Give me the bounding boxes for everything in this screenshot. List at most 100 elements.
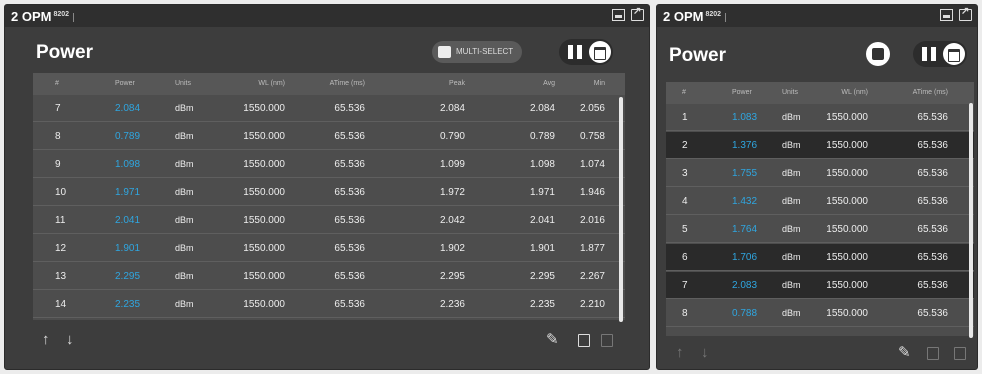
table-cell: 65.536 xyxy=(334,215,365,226)
table-row[interactable]: 7 2.083 dBm 1550.000 65.536 xyxy=(666,272,974,299)
column-header: Units xyxy=(175,80,191,87)
table-row[interactable]: 6 1.706 dBm 1550.000 65.536 xyxy=(666,244,974,271)
table-row[interactable]: 2 1.376 dBm 1550.000 65.536 xyxy=(666,132,974,159)
column-header: Power xyxy=(732,89,752,96)
table-row[interactable]: 4 1.432 dBm 1550.000 65.536 xyxy=(666,188,974,215)
table-cell: 1550.000 xyxy=(243,131,285,142)
table-row[interactable]: 152.654dBm1550.00065.5362.6552.6542.624 xyxy=(33,319,625,320)
window-title: 2 OPM xyxy=(11,9,52,24)
external-link-icon[interactable] xyxy=(631,6,644,21)
arrow-up-icon[interactable]: ↑ xyxy=(676,345,684,360)
delete-icon[interactable] xyxy=(601,334,613,347)
column-header: WL (nm) xyxy=(258,80,285,87)
external-link-icon[interactable] xyxy=(959,6,972,21)
table-cell: dBm xyxy=(175,103,194,113)
table-cell: 4 xyxy=(682,196,688,207)
table-cell: 1550.000 xyxy=(225,319,285,320)
edit-icon[interactable]: ✎ xyxy=(898,345,911,360)
multi-select-button[interactable]: MULTI-SELECT xyxy=(432,41,523,63)
window-title-sub: 8202 xyxy=(53,10,70,18)
table-cell: 1550.000 xyxy=(826,252,868,263)
table-cell: 65.536 xyxy=(334,299,365,310)
column-view-icon[interactable] xyxy=(568,45,582,59)
window-title-sub: 8202 xyxy=(705,10,722,18)
scrollbar[interactable] xyxy=(969,103,973,338)
table-cell: 9 xyxy=(682,328,712,336)
window-title: 2 OPM xyxy=(663,9,704,24)
column-header: Min xyxy=(593,80,605,87)
table-cell: 2.236 xyxy=(439,299,465,310)
multi-select-label: MULTI-SELECT xyxy=(456,47,514,56)
table-row[interactable]: 1 1.083 dBm 1550.000 65.536 xyxy=(666,104,974,131)
table-cell: 65.536 xyxy=(917,140,948,151)
table-row[interactable]: 91.099dBm1550.00065.536 xyxy=(666,328,974,336)
table-view-icon[interactable] xyxy=(589,41,611,63)
table-header: # Power Units WL (nm) ATime (ms) Peak Avg Min xyxy=(33,73,625,95)
column-header: Peak xyxy=(449,80,465,87)
table-cell: 2.084 xyxy=(439,103,465,114)
edit-icon[interactable]: ✎ xyxy=(546,332,559,347)
arrow-down-icon[interactable]: ↓ xyxy=(701,345,709,360)
table-cell: 65.536 xyxy=(334,271,365,282)
table-cell: 65.536 xyxy=(888,328,948,336)
table-row[interactable]: 14 2.235 dBm 1550.000 65.536 2.236 2.235 2.210 xyxy=(33,291,625,318)
column-view-icon[interactable] xyxy=(922,47,936,61)
window-icon[interactable] xyxy=(612,9,625,21)
table-cell: 1550.000 xyxy=(243,243,285,254)
table-cell: 15 xyxy=(55,319,85,320)
table-cell: 65.536 xyxy=(334,187,365,198)
arrow-down-icon[interactable]: ↓ xyxy=(66,332,74,347)
delete-icon[interactable] xyxy=(954,347,966,360)
table-cell: 65.536 xyxy=(334,131,365,142)
table-cell: 1550.000 xyxy=(243,187,285,198)
copy-icon[interactable] xyxy=(927,347,939,360)
table-cell: 7 xyxy=(55,103,61,114)
table-cell: 65.536 xyxy=(917,168,948,179)
table-row[interactable]: 10 1.971 dBm 1550.000 65.536 1.972 1.971 1.946 xyxy=(33,179,625,206)
multi-select-icon[interactable] xyxy=(866,42,890,66)
table-row[interactable]: 9 1.098 dBm 1550.000 65.536 1.099 1.098 1.074 xyxy=(33,151,625,178)
window-icon[interactable] xyxy=(940,9,953,21)
column-header: WL (nm) xyxy=(841,89,868,96)
table-row[interactable]: 13 2.295 dBm 1550.000 65.536 2.295 2.295 2.267 xyxy=(33,263,625,290)
power-value: 1.099 xyxy=(732,328,772,336)
title-bar: 2 OPM 8202 xyxy=(5,5,649,27)
table-cell: 65.536 xyxy=(334,159,365,170)
table-view-icon[interactable] xyxy=(943,43,965,65)
column-header: # xyxy=(682,89,686,96)
table-row[interactable]: 8 0.789 dBm 1550.000 65.536 0.790 0.789 0.758 xyxy=(33,123,625,150)
power-value: 1.083 xyxy=(732,112,758,123)
table-cell: 1 xyxy=(682,112,688,123)
table-cell: 7 xyxy=(682,280,688,291)
table-cell: 1.902 xyxy=(439,243,465,254)
power-value: 2.295 xyxy=(115,271,141,282)
table-cell: dBm xyxy=(175,319,215,320)
table-cell: 2.056 xyxy=(579,103,605,114)
power-value: 2.654 xyxy=(115,319,165,320)
table-row[interactable]: 5 1.764 dBm 1550.000 65.536 xyxy=(666,216,974,243)
multi-select-icon xyxy=(438,46,451,58)
table-row[interactable]: 7 2.084 dBm 1550.000 65.536 2.084 2.084 2.056 xyxy=(33,95,625,122)
table-cell: 1550.000 xyxy=(826,140,868,151)
table-cell: 2.655 xyxy=(395,319,465,320)
table-cell: 1.099 xyxy=(439,159,465,170)
view-toggle xyxy=(559,39,613,65)
copy-icon[interactable] xyxy=(578,334,590,347)
power-value: 1.706 xyxy=(732,252,758,263)
table-row[interactable]: 3 1.755 dBm 1550.000 65.536 xyxy=(666,160,974,187)
table-row[interactable]: 11 2.041 dBm 1550.000 65.536 2.042 2.041 2.016 xyxy=(33,207,625,234)
table-cell: 1550.000 xyxy=(243,159,285,170)
table-cell: dBm xyxy=(175,215,194,225)
table-cell: 9 xyxy=(55,159,61,170)
scrollbar[interactable] xyxy=(619,97,623,322)
table-cell: 8 xyxy=(55,131,61,142)
table-cell: dBm xyxy=(175,243,194,253)
column-header: Power xyxy=(115,80,135,87)
arrow-up-icon[interactable]: ↑ xyxy=(42,332,50,347)
table-row[interactable]: 12 1.901 dBm 1550.000 65.536 1.902 1.901 1.877 xyxy=(33,235,625,262)
table-cell: 1550.000 xyxy=(826,224,868,235)
power-value: 1.098 xyxy=(115,159,141,170)
power-value: 0.788 xyxy=(732,308,758,319)
power-table: # Power Units WL (nm) ATime (ms) Peak Avg Min 7… xyxy=(33,73,625,320)
table-row[interactable]: 8 0.788 dBm 1550.000 65.536 xyxy=(666,300,974,327)
